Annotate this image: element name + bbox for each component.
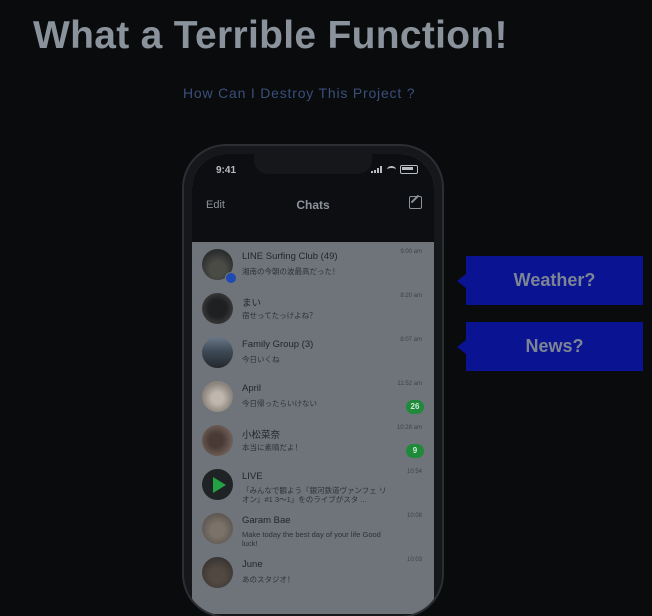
unread-badge: 26 (406, 400, 424, 414)
signal-icon (371, 166, 383, 173)
chat-preview: あのスタジオ！ (242, 575, 295, 584)
chat-preview: 今日いくね (242, 355, 280, 364)
chat-time: 11:52 am (397, 381, 422, 387)
chat-time: 9:00 am (400, 249, 422, 255)
chat-name: Garam Bae (242, 515, 291, 526)
chat-name: April (242, 383, 262, 394)
chat-row[interactable]: Family Group (3) 今日いくね 8:07 am (192, 330, 434, 374)
live-avatar (202, 469, 233, 500)
chat-time: 10:03 (406, 557, 422, 563)
chat-row[interactable]: June あのスタジオ！ 10:03 (192, 550, 434, 594)
chat-name: まい (242, 298, 262, 309)
chat-row[interactable]: LIVE 「みんなで観よう『銀河鉄道ヴァンフェ リオン』#1 3〜1」をのライブ… (192, 462, 434, 506)
chat-preview: 今日帰ったらいけない (242, 399, 317, 408)
chat-preview: Make today the best day of your life Goo… (242, 530, 381, 548)
chat-time: 8:07 am (400, 337, 422, 343)
weather-callout: Weather? (457, 256, 643, 305)
phone-mockup: 9:41 Edit Chats LINE Surfing Club (49) 湘… (184, 146, 442, 616)
chat-row[interactable]: まい 宿せってたっけよね？ 8:20 am (192, 286, 434, 330)
slide-subtitle: How Can I Destroy This Project ? (183, 85, 416, 101)
chat-preview: 湘南の今朝の波最高だった！ (242, 267, 340, 276)
chat-row[interactable]: 小松菜奈 本当に素晴だよ！ 10:28 am 9 (192, 418, 434, 462)
play-icon (213, 477, 226, 493)
avatar (202, 513, 233, 544)
status-time: 9:41 (216, 165, 237, 176)
compose-icon[interactable] (409, 196, 422, 209)
chat-name: LINE Surfing Club (49) (242, 251, 338, 262)
chats-title: Chats (296, 198, 330, 212)
chat-row[interactable]: Garam Bae Make today the best day of you… (192, 506, 434, 550)
chat-time: 10:08 (406, 513, 422, 519)
chat-name: 小松菜奈 (242, 430, 281, 441)
slide-title: What a Terrible Function! (33, 14, 508, 57)
chat-preview: 宿せってたっけよね？ (242, 311, 317, 320)
phone-screen: 9:41 Edit Chats LINE Surfing Club (49) 湘… (192, 154, 434, 614)
chat-preview: 本当に素晴だよ！ (242, 443, 302, 452)
chat-row[interactable]: LINE Surfing Club (49) 湘南の今朝の波最高だった！ 9:0… (192, 242, 434, 286)
status-bar: 9:41 (192, 154, 434, 186)
chat-name: June (242, 559, 263, 570)
chat-time: 10:54 (406, 469, 422, 475)
chat-row[interactable]: April 今日帰ったらいけない 11:52 am 26 (192, 374, 434, 418)
unread-badge: 9 (406, 444, 424, 458)
avatar (202, 293, 233, 324)
phone-notch (254, 154, 372, 174)
avatar (202, 381, 233, 412)
wifi-icon (387, 166, 396, 173)
chat-preview: 「みんなで観よう『銀河鉄道ヴァンフェ リオン』#1 3〜1」をのライブがスタ .… (242, 486, 387, 504)
avatar (202, 425, 233, 456)
chat-list: LINE Surfing Club (49) 湘南の今朝の波最高だった！ 9:0… (192, 242, 434, 594)
chat-name: LIVE (242, 471, 263, 482)
chats-header: Edit Chats (192, 186, 434, 242)
chat-time: 8:20 am (400, 293, 422, 299)
verified-badge-icon (225, 272, 237, 284)
battery-icon (400, 165, 418, 174)
avatar (202, 557, 233, 588)
chat-time: 10:28 am (396, 425, 422, 431)
news-callout: News? (457, 322, 643, 371)
chat-name: Family Group (3) (242, 339, 314, 350)
avatar (202, 337, 233, 368)
